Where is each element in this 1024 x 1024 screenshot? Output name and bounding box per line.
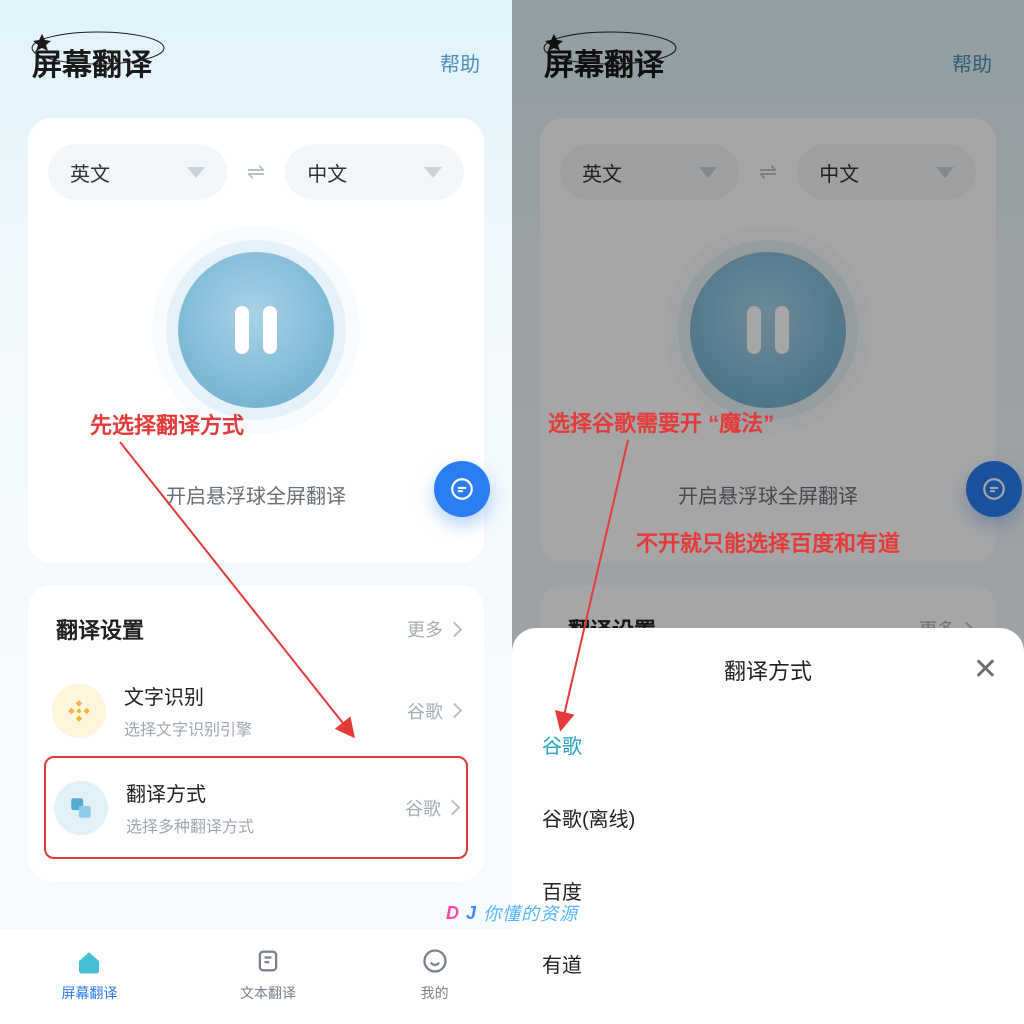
- option-google-offline[interactable]: 谷歌(离线): [512, 781, 1024, 854]
- annotation-highlight: 翻译方式 选择多种翻译方式 谷歌: [44, 756, 468, 859]
- chat-fab[interactable]: [966, 461, 1022, 517]
- left-screenshot: 屏幕翻译 帮助 英文 ⇌ 中文 开启悬浮球全屏翻译 翻译设置 更多: [0, 0, 512, 1024]
- smile-icon: [419, 945, 451, 977]
- row-value: 谷歌: [405, 795, 458, 821]
- translate-card: 英文 ⇌ 中文 开启悬浮球全屏翻译: [28, 118, 484, 563]
- floating-toggle-button[interactable]: [690, 252, 846, 408]
- row-text-recognition[interactable]: 文字识别 选择文字识别引擎 谷歌: [48, 665, 464, 756]
- chat-icon: [449, 476, 475, 502]
- target-lang-select[interactable]: 中文: [797, 144, 976, 200]
- right-screenshot: 屏幕翻译 帮助 英文 ⇌ 中文 开启悬浮球全屏翻译 翻译设置 更多: [512, 0, 1024, 1024]
- page-title: 屏幕翻译: [544, 40, 664, 84]
- hint-text: 开启悬浮球全屏翻译: [48, 480, 464, 509]
- chat-fab[interactable]: [434, 461, 490, 517]
- close-icon[interactable]: ✕: [973, 652, 998, 687]
- nav-screen-translate[interactable]: 屏幕翻译: [61, 945, 117, 1003]
- translate-card: 英文 ⇌ 中文 开启悬浮球全屏翻译: [540, 118, 996, 563]
- row-subtitle: 选择多种翻译方式: [126, 813, 387, 837]
- nav-text-translate[interactable]: 文本翻译: [240, 945, 296, 1003]
- ocr-icon: [52, 684, 106, 738]
- pause-icon: [747, 306, 789, 354]
- settings-more[interactable]: 更多: [407, 616, 460, 642]
- target-lang-select[interactable]: 中文: [285, 144, 464, 200]
- bottom-nav: 屏幕翻译 文本翻译 我的: [0, 928, 512, 1024]
- nav-mine[interactable]: 我的: [419, 945, 451, 1003]
- help-link[interactable]: 帮助: [440, 48, 480, 77]
- document-icon: [252, 945, 284, 977]
- chevron-right-icon: [449, 700, 460, 721]
- row-title: 文字识别: [124, 681, 389, 710]
- option-google[interactable]: 谷歌: [512, 708, 1024, 781]
- translate-icon: [54, 781, 108, 835]
- settings-heading: 翻译设置: [56, 613, 144, 645]
- pause-icon: [235, 306, 277, 354]
- row-translate-method[interactable]: 翻译方式 选择多种翻译方式 谷歌: [50, 762, 462, 853]
- option-youdao[interactable]: 有道: [512, 927, 1024, 1000]
- translate-method-sheet: 翻译方式 ✕ 谷歌 谷歌(离线) 百度 有道: [512, 628, 1024, 1024]
- chevron-down-icon: [424, 167, 442, 178]
- chevron-down-icon: [936, 167, 954, 178]
- source-lang-select[interactable]: 英文: [48, 144, 227, 200]
- chevron-down-icon: [699, 167, 717, 178]
- page-title: 屏幕翻译: [32, 40, 152, 84]
- chevron-right-icon: [447, 797, 458, 818]
- sheet-title: 翻译方式: [724, 654, 812, 686]
- hint-text: 开启悬浮球全屏翻译: [560, 480, 976, 509]
- chat-icon: [981, 476, 1007, 502]
- row-title: 翻译方式: [126, 778, 387, 807]
- help-link[interactable]: 帮助: [952, 48, 992, 77]
- swap-icon[interactable]: ⇌: [753, 159, 783, 185]
- source-lang-select[interactable]: 英文: [560, 144, 739, 200]
- chevron-down-icon: [187, 167, 205, 178]
- chevron-right-icon: [449, 619, 460, 640]
- swap-icon[interactable]: ⇌: [241, 159, 271, 185]
- row-value: 谷歌: [407, 698, 460, 724]
- floating-toggle-button[interactable]: [178, 252, 334, 408]
- option-baidu[interactable]: 百度: [512, 854, 1024, 927]
- home-icon: [73, 945, 105, 977]
- settings-card: 翻译设置 更多 文字识别 选择文字识别引擎 谷歌 翻译方: [28, 585, 484, 881]
- row-subtitle: 选择文字识别引擎: [124, 716, 389, 740]
